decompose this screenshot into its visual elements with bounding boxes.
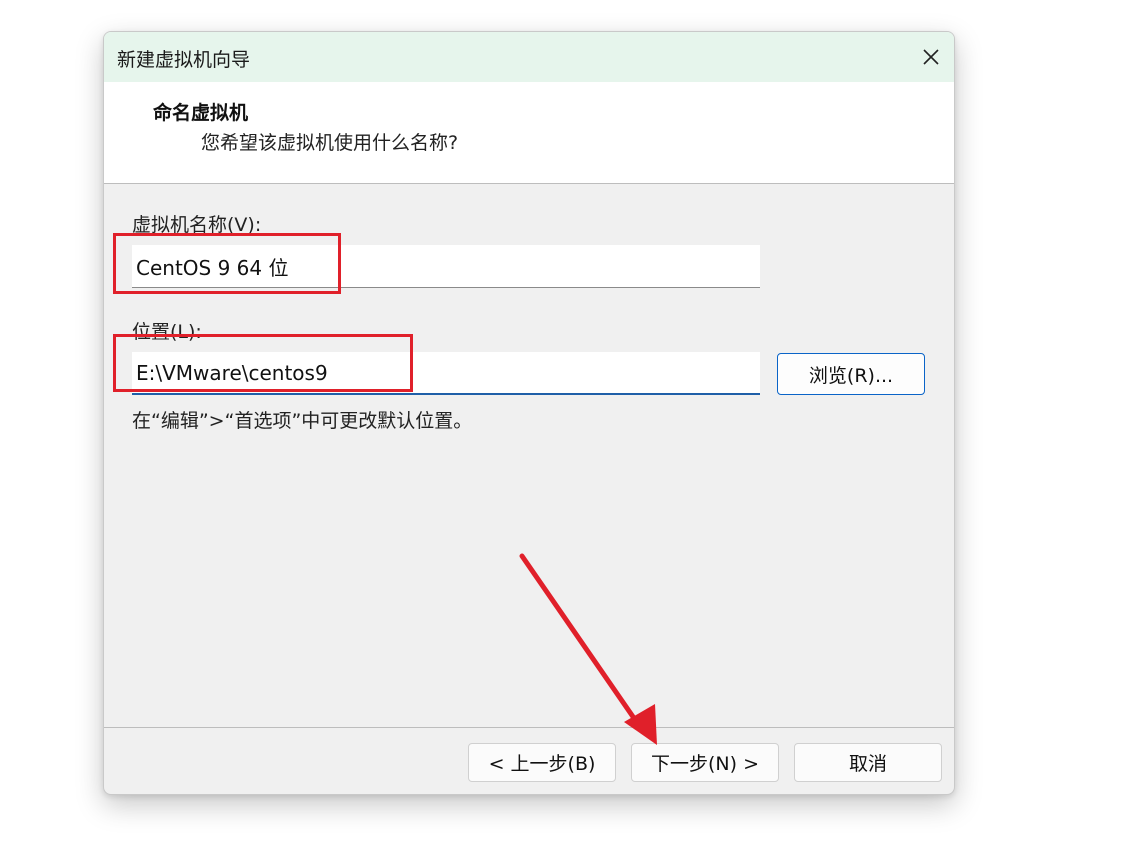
close-button[interactable] [914,40,948,74]
default-location-hint: 在“编辑”>“首选项”中可更改默认位置。 [132,410,473,432]
window-title: 新建虚拟机向导 [117,49,251,71]
cancel-button[interactable]: 取消 [794,743,942,782]
title-bar: 新建虚拟机向导 [104,32,954,82]
page-title: 命名虚拟机 [153,102,249,124]
next-button[interactable]: 下一步(N) > [631,743,779,782]
close-icon [923,49,939,65]
location-label: 位置(L): [132,321,202,343]
page-subtitle: 您希望该虚拟机使用什么名称? [201,132,459,154]
vm-name-input[interactable] [132,245,760,288]
location-input[interactable] [132,352,760,395]
footer-divider [104,727,954,728]
screenshot-canvas: 新建虚拟机向导 命名虚拟机 您希望该虚拟机使用什么名称? 虚拟机名称(V): 位… [0,0,1133,848]
browse-button[interactable]: 浏览(R)... [777,353,925,395]
back-button[interactable]: < 上一步(B) [468,743,616,782]
new-vm-wizard-dialog: 新建虚拟机向导 命名虚拟机 您希望该虚拟机使用什么名称? 虚拟机名称(V): 位… [103,31,955,795]
vm-name-label: 虚拟机名称(V): [132,214,262,236]
wizard-header: 命名虚拟机 您希望该虚拟机使用什么名称? [104,82,954,184]
